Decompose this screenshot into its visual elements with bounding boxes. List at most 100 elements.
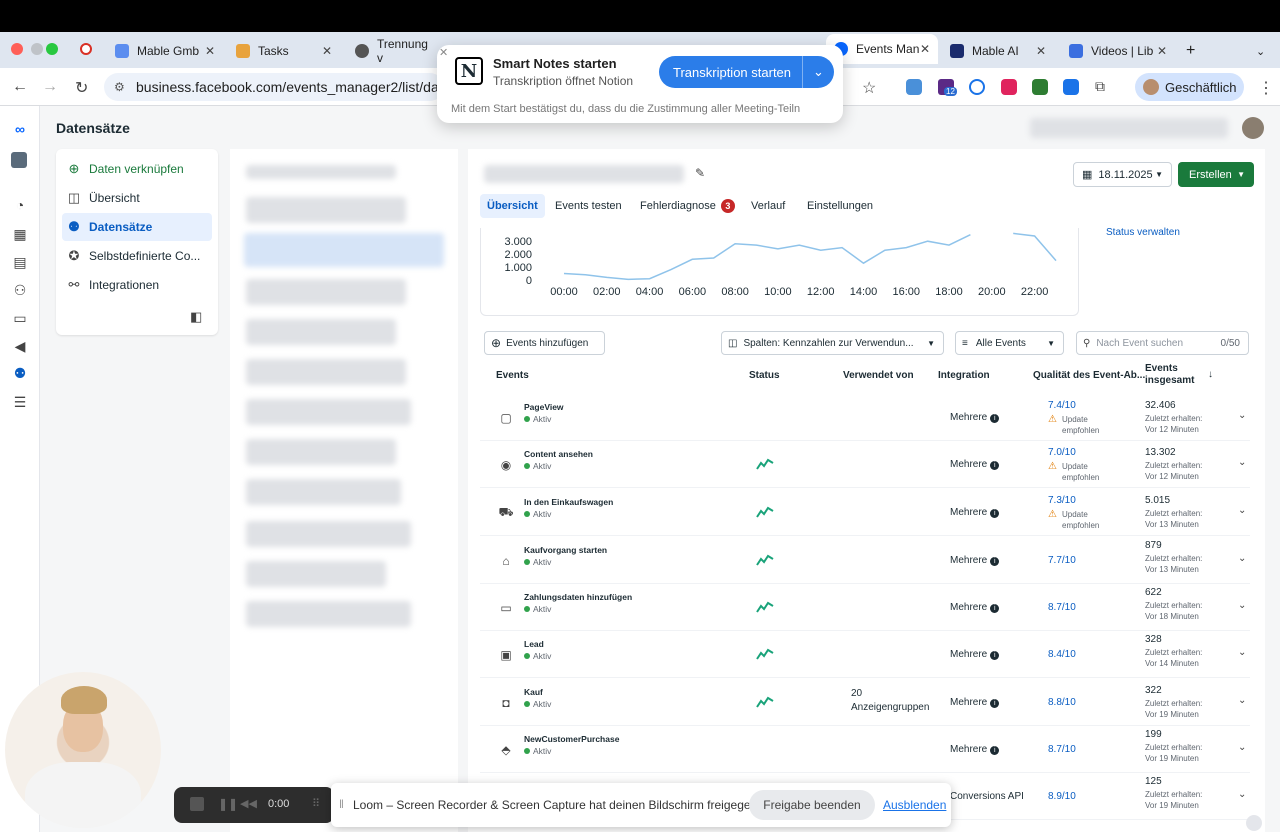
table-row[interactable]: ⛟ In den Einkaufswagen Aktiv Mehrere i 7.3/10… xyxy=(480,489,1250,536)
quality-score-link[interactable]: 7.0/10 xyxy=(1048,447,1076,458)
list-item[interactable] xyxy=(246,197,406,223)
reload-icon[interactable]: ↻ xyxy=(75,78,88,98)
help-icon[interactable] xyxy=(1246,815,1262,831)
info-icon[interactable]: i xyxy=(990,509,1000,518)
site-info-icon[interactable]: ⚙ xyxy=(114,80,125,94)
table-row[interactable]: ⬘ NewCustomerPurchase Aktiv Mehrere i 8.7/10 1… xyxy=(480,726,1250,773)
sort-arrow-icon[interactable]: ↓ xyxy=(1208,369,1213,381)
meta-logo-icon[interactable]: ∞ xyxy=(11,120,29,138)
close-icon[interactable]: ✕ xyxy=(439,46,448,59)
table-row[interactable]: ▭ Zahlungsdaten hinzufügen Aktiv Mehrere i 8.… xyxy=(480,584,1250,631)
quality-score-link[interactable]: 8.4/10 xyxy=(1048,649,1076,660)
chevron-down-icon[interactable]: ⌄ xyxy=(1238,553,1246,564)
browser-tab[interactable]: Videos | Lib ✕ xyxy=(1069,38,1167,64)
date-picker[interactable]: ▦ 18.11.2025 ▼ xyxy=(1073,162,1172,187)
extension-icon[interactable] xyxy=(906,79,922,95)
back-arrow-icon[interactable]: ← xyxy=(12,78,28,96)
tab-search-icon[interactable]: ⌄ xyxy=(1256,38,1265,64)
chevron-down-icon[interactable]: ⌄ xyxy=(1238,505,1246,516)
url-field[interactable]: ⚙ business.facebook.com/events_manager2/… xyxy=(104,73,444,101)
account-selector[interactable] xyxy=(1030,118,1228,138)
list-item-selected[interactable] xyxy=(244,233,444,267)
tab-close-icon[interactable]: ✕ xyxy=(205,44,215,58)
menu-icon[interactable]: ☰ xyxy=(11,393,29,411)
list-item[interactable] xyxy=(246,561,386,587)
sidebar-item-overview[interactable]: ◫ Übersicht xyxy=(62,184,212,212)
browser-tab[interactable]: Trennung v xyxy=(355,38,437,64)
extension-icon[interactable]: 12 xyxy=(938,79,957,96)
sidebar-item-integrations[interactable]: ⚯ Integrationen xyxy=(62,271,212,299)
chevron-down-icon[interactable]: ⌄ xyxy=(1238,600,1246,611)
tab-settings[interactable]: Einstellungen xyxy=(800,194,880,218)
list-item[interactable] xyxy=(246,479,401,505)
info-icon[interactable]: i xyxy=(990,604,1000,613)
table-row[interactable]: ◉ Content ansehen Aktiv Mehrere i 7.0/10 ⚠ Upda… xyxy=(480,441,1250,488)
business-icon[interactable] xyxy=(11,152,27,168)
window-zoom-dot[interactable] xyxy=(46,43,58,55)
chevron-down-icon[interactable]: ⌄ xyxy=(1238,695,1246,706)
drag-handle-icon[interactable]: ‖ xyxy=(339,797,344,811)
quality-score-link[interactable]: 7.3/10 xyxy=(1048,495,1076,506)
browser-tab[interactable]: Mable AI ✕ xyxy=(950,38,1046,64)
table-row[interactable]: ▣ Lead Aktiv Mehrere i 8.4/10 328 Zuletzt erhal… xyxy=(480,631,1250,678)
dashboard-icon[interactable]: ◔ xyxy=(11,196,29,214)
list-item[interactable] xyxy=(246,601,411,627)
column-header-status[interactable]: Status xyxy=(749,370,780,382)
event-search-input[interactable]: ⚲ Nach Event suchen 0/50 xyxy=(1076,331,1249,355)
column-header-events[interactable]: Events xyxy=(496,370,529,382)
bookmark-star-icon[interactable]: ☆ xyxy=(862,78,876,98)
quality-score-link[interactable]: 8.7/10 xyxy=(1048,602,1076,613)
tab-test-events[interactable]: Events testen xyxy=(548,194,629,218)
chevron-down-icon[interactable]: ⌄ xyxy=(1238,647,1246,658)
billing-icon[interactable]: ▭ xyxy=(11,309,29,327)
megaphone-icon[interactable]: ◀ xyxy=(11,337,29,355)
chevron-down-icon[interactable]: ⌄ xyxy=(1238,410,1246,421)
sidebar-item-connect-data[interactable]: ⊕ Daten verknüpfen xyxy=(62,155,212,183)
document-icon[interactable]: ▤ xyxy=(11,253,29,271)
column-header-quality[interactable]: Qualität des Event-Ab... xyxy=(1033,370,1145,382)
list-item[interactable] xyxy=(246,359,406,385)
column-header-used-by[interactable]: Verwendet von xyxy=(843,370,914,382)
profile-button[interactable]: Geschäftlich xyxy=(1135,73,1244,101)
rewind-icon[interactable]: ◀◀ xyxy=(240,797,257,810)
info-icon[interactable]: i xyxy=(990,461,1000,470)
column-header-total[interactable]: Events insgesamt xyxy=(1145,363,1194,387)
table-icon[interactable]: ▦ xyxy=(11,225,29,243)
create-button[interactable]: Erstellen ▼ xyxy=(1178,162,1254,187)
tab-close-icon[interactable]: ✕ xyxy=(1157,44,1167,58)
webcam-bubble[interactable] xyxy=(5,672,161,828)
drag-handle-icon[interactable]: ⠿ xyxy=(312,797,320,810)
stop-icon[interactable] xyxy=(190,797,204,811)
list-item[interactable] xyxy=(246,439,396,465)
info-icon[interactable]: i xyxy=(990,699,1000,708)
tab-close-icon[interactable]: ✕ xyxy=(920,42,930,56)
chevron-down-icon[interactable]: ⌄ xyxy=(802,56,834,88)
people-icon[interactable]: ⚇ xyxy=(11,281,29,299)
columns-dropdown[interactable]: ◫ Spalten: Kennzahlen zur Verwendun... ▼ xyxy=(721,331,944,355)
tab-close-icon[interactable]: ✕ xyxy=(1036,44,1046,58)
tab-diagnostics[interactable]: Fehlerdiagnose 3 xyxy=(633,194,742,218)
collapse-panel-icon[interactable]: ◧ xyxy=(190,309,202,325)
chevron-down-icon[interactable]: ⌄ xyxy=(1238,789,1246,800)
extension-icon[interactable] xyxy=(1032,79,1048,95)
column-header-integration[interactable]: Integration xyxy=(938,370,990,382)
hide-link[interactable]: Ausblenden xyxy=(883,798,946,812)
list-item[interactable] xyxy=(246,319,396,345)
quality-score-link[interactable]: 8.8/10 xyxy=(1048,697,1076,708)
table-row[interactable]: ◘ Kauf Aktiv 20 Anzeigengruppen Mehrere i 8.8/… xyxy=(480,679,1250,726)
info-icon[interactable]: i xyxy=(990,557,1000,566)
browser-menu-icon[interactable]: ⋮ xyxy=(1258,78,1274,98)
forward-arrow-icon[interactable]: → xyxy=(42,78,58,96)
window-close-dot[interactable] xyxy=(11,43,23,55)
info-icon[interactable]: i xyxy=(990,746,1000,755)
chevron-down-icon[interactable]: ⌄ xyxy=(1238,742,1246,753)
add-events-button[interactable]: ⊕ Events hinzufügen xyxy=(484,331,605,355)
sidebar-item-custom-conversions[interactable]: ✪ Selbstdefinierte Co... xyxy=(62,242,212,270)
tab-history[interactable]: Verlauf xyxy=(744,194,792,218)
tab-close-icon[interactable]: ✕ xyxy=(322,44,332,58)
list-item[interactable] xyxy=(246,399,411,425)
quality-score-link[interactable]: 8.7/10 xyxy=(1048,744,1076,755)
events-manager-icon[interactable]: ⚉ xyxy=(11,364,29,382)
tab-overview[interactable]: Übersicht xyxy=(480,194,545,218)
events-filter-dropdown[interactable]: ≡ Alle Events ▼ xyxy=(955,331,1064,355)
